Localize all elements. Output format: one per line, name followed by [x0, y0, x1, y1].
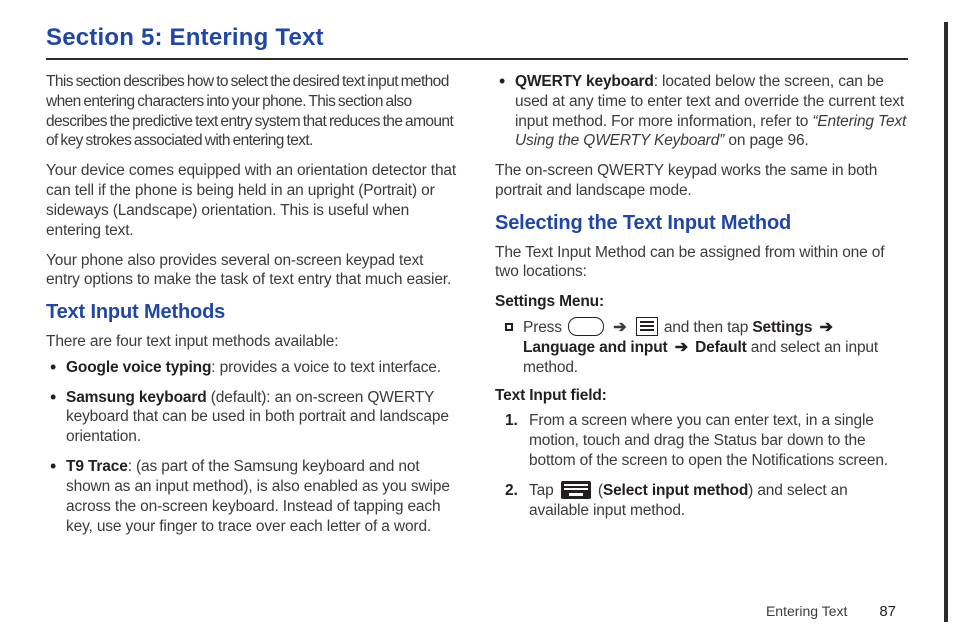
intro-paragraph-2: Your device comes equipped with an orien…: [46, 161, 459, 240]
heading-selecting-method: Selecting the Text Input Method: [495, 211, 908, 237]
heading-text-input-methods: Text Input Methods: [46, 300, 459, 326]
footer-section-label: Entering Text: [766, 603, 847, 619]
text-settings: Settings: [752, 319, 816, 336]
select-input-method-label: Select input method: [603, 482, 748, 499]
method-google-voice: Google voice typing: provides a voice to…: [46, 358, 459, 378]
home-button-icon: [568, 317, 604, 336]
methods-intro: There are four text input methods availa…: [46, 332, 459, 352]
two-column-layout: This section describes how to select the…: [46, 72, 908, 546]
right-margin-bar: [944, 22, 948, 622]
label: Google voice typing: [66, 359, 211, 376]
text-tap: Tap: [529, 482, 558, 499]
text-default: Default: [691, 339, 747, 356]
text-then-tap: and then tap: [664, 319, 753, 336]
label: T9 Trace: [66, 458, 128, 475]
left-column: This section describes how to select the…: [46, 72, 459, 546]
label: QWERTY keyboard: [515, 73, 654, 90]
text-press: Press: [523, 319, 566, 336]
title-rule: [46, 58, 908, 60]
arrow-icon: ➔: [675, 340, 688, 356]
methods-list-cont: QWERTY keyboard: located below the scree…: [495, 72, 908, 151]
text-language-input: Language and input: [523, 339, 672, 356]
label: Samsung keyboard: [66, 389, 207, 406]
desc: : provides a voice to text interface.: [211, 359, 441, 376]
menu-button-icon: [636, 317, 658, 336]
input-field-steps: From a screen where you can enter text, …: [495, 411, 908, 520]
step-1: From a screen where you can enter text, …: [495, 411, 908, 470]
methods-list: Google voice typing: provides a voice to…: [46, 358, 459, 537]
page-footer: Entering Text 87: [766, 603, 896, 620]
select-intro: The Text Input Method can be assigned fr…: [495, 243, 908, 283]
manual-page: Section 5: Entering Text This section de…: [0, 0, 954, 636]
method-t9-trace: T9 Trace: (as part of the Samsung keyboa…: [46, 457, 459, 536]
method-samsung-keyboard: Samsung keyboard (default): an on-screen…: [46, 388, 459, 447]
subhead-text-input-field: Text Input field:: [495, 386, 908, 406]
square-bullet-icon: [505, 323, 513, 331]
intro-paragraph-3: Your phone also provides several on-scre…: [46, 251, 459, 291]
settings-step: Press ➔ and then tap Settings ➔ Language…: [495, 318, 908, 377]
intro-paragraph-1: This section describes how to select the…: [46, 72, 459, 151]
method-qwerty-keyboard: QWERTY keyboard: located below the scree…: [495, 72, 908, 151]
step-2: Tap (Select input method) and select an …: [495, 481, 908, 521]
arrow-icon: ➔: [819, 320, 832, 336]
section-title: Section 5: Entering Text: [46, 24, 908, 52]
keyboard-icon: [561, 481, 591, 499]
qwerty-note: The on-screen QWERTY keypad works the sa…: [495, 161, 908, 201]
right-column: QWERTY keyboard: located below the scree…: [495, 72, 908, 546]
arrow-icon: ➔: [613, 320, 626, 336]
page-number: 87: [879, 603, 896, 620]
step-1-text: From a screen where you can enter text, …: [529, 412, 888, 469]
desc-b: on page 96.: [724, 132, 808, 149]
subhead-settings-menu: Settings Menu:: [495, 292, 908, 312]
settings-step-list: Press ➔ and then tap Settings ➔ Language…: [495, 318, 908, 377]
